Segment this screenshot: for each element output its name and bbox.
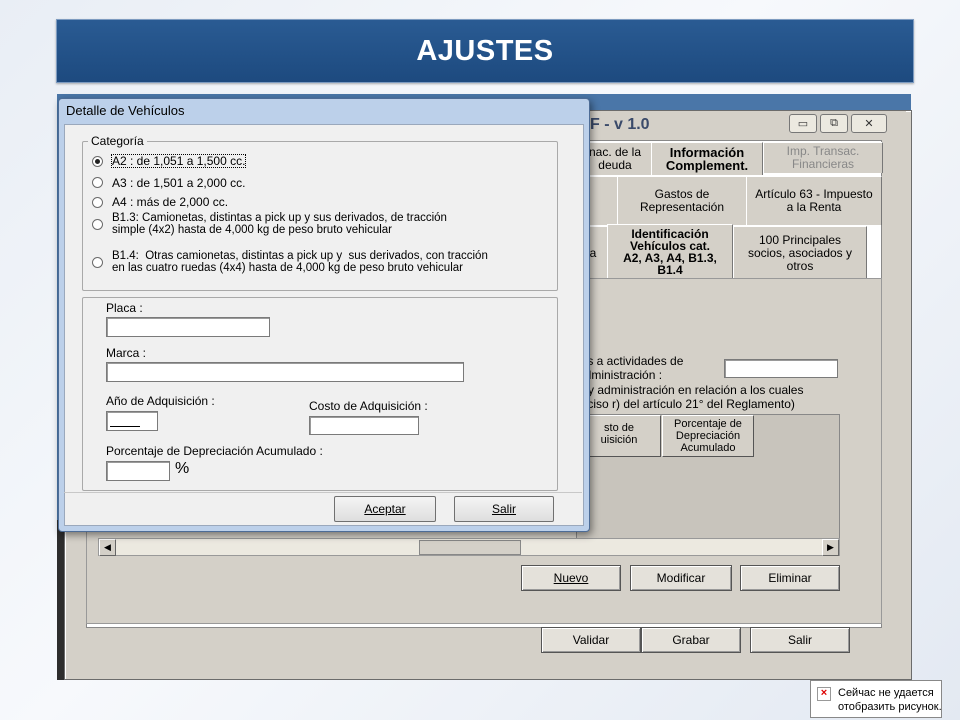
dialog-title: Detalle de Vehículos bbox=[66, 103, 185, 118]
costo-label: Costo de Adquisición : bbox=[309, 399, 428, 413]
porcentaje-input[interactable] bbox=[106, 461, 170, 481]
tab-100-principales[interactable]: 100 Principales socios, asociados y otro… bbox=[733, 226, 867, 279]
administration-label: n y administración en relación a los cua… bbox=[578, 383, 804, 411]
percent-symbol: % bbox=[175, 460, 190, 477]
grabar-button[interactable]: Grabar bbox=[641, 627, 741, 653]
nuevo-button[interactable]: Nuevo bbox=[521, 565, 621, 591]
radio-b14[interactable] bbox=[92, 257, 103, 268]
modificar-label: Modificar bbox=[656, 571, 706, 585]
radio-a4-label[interactable]: A4 : más de 2,000 cc. bbox=[112, 196, 228, 208]
title-banner: AJUSTES bbox=[56, 19, 914, 83]
main-salir-label: Salir bbox=[787, 633, 812, 647]
horizontal-scrollbar[interactable]: ◀ ▶ bbox=[98, 538, 840, 556]
grabar-label: Grabar bbox=[672, 633, 710, 647]
close-button[interactable]: ✕ bbox=[851, 114, 887, 133]
marca-input[interactable] bbox=[106, 362, 464, 382]
eliminar-label: Eliminar bbox=[768, 571, 812, 585]
main-window-title: F - v 1.0 bbox=[590, 116, 650, 133]
aceptar-label: Aceptar bbox=[364, 502, 406, 516]
radio-a3-label[interactable]: A3 : de 1,501 a 2,000 cc. bbox=[112, 177, 245, 189]
radio-b14-label[interactable]: B1.4: Otras camionetas, distintas a pick… bbox=[112, 250, 488, 274]
porcentaje-label: Porcentaje de Depreciación Acumulado : bbox=[106, 444, 323, 458]
modificar-button[interactable]: Modificar bbox=[630, 565, 732, 591]
dialog-salir-button[interactable]: Salir bbox=[454, 496, 554, 522]
eliminar-button[interactable]: Eliminar bbox=[740, 565, 840, 591]
placa-label: Placa : bbox=[106, 301, 143, 315]
tab-gastos-representacion[interactable]: Gastos de Representación bbox=[617, 176, 747, 225]
minimize-button[interactable]: ▭ bbox=[789, 114, 817, 133]
dialog-salir-label: Salir bbox=[491, 502, 516, 516]
input-mask-underline bbox=[110, 426, 140, 427]
main-salir-button[interactable]: Salir bbox=[750, 627, 850, 653]
activities-label: los a actividades de administración : bbox=[578, 354, 684, 382]
scroll-left-icon[interactable]: ◀ bbox=[99, 539, 116, 556]
tab-articulo-63[interactable]: Artículo 63 - Impuesto a la Renta bbox=[746, 176, 882, 225]
broken-image-text: Сейчас не удается отобразить рисунок. bbox=[838, 687, 942, 713]
radio-a2[interactable] bbox=[92, 156, 103, 167]
placa-input[interactable] bbox=[106, 317, 270, 337]
restore-button[interactable]: ⧉ bbox=[820, 114, 848, 133]
radio-b13[interactable] bbox=[92, 219, 103, 230]
anio-input[interactable] bbox=[106, 411, 158, 431]
dialog-divider bbox=[64, 492, 582, 493]
tab-informacion-complement[interactable]: Información Complement. bbox=[651, 142, 763, 175]
anio-label: Año de Adquisición : bbox=[106, 394, 215, 408]
broken-image-icon: × bbox=[817, 687, 831, 701]
radio-b13-label[interactable]: B1.3: Camionetas, distintas a pick up y … bbox=[112, 212, 447, 236]
activities-amount-field[interactable] bbox=[724, 359, 838, 378]
radio-a2-label[interactable]: A2 : de 1,051 a 1,500 cc. bbox=[110, 154, 247, 168]
close-icon: ✕ bbox=[864, 118, 874, 130]
radio-a3[interactable] bbox=[92, 177, 103, 188]
grid-header-porcentaje[interactable]: Porcentaje de Depreciación Acumulado bbox=[662, 415, 754, 457]
validar-button[interactable]: Validar bbox=[541, 627, 641, 653]
validar-label: Validar bbox=[572, 633, 610, 647]
aceptar-button[interactable]: Aceptar bbox=[334, 496, 436, 522]
costo-input[interactable] bbox=[309, 416, 419, 435]
tab-identificacion-vehiculos[interactable]: Identificación Vehículos cat. A2, A3, A4… bbox=[607, 224, 733, 279]
radio-a4[interactable] bbox=[92, 197, 103, 208]
scroll-right-icon[interactable]: ▶ bbox=[822, 539, 839, 556]
banner-title: AJUSTES bbox=[416, 34, 554, 67]
restore-icon: ⧉ bbox=[830, 117, 838, 129]
marca-label: Marca : bbox=[106, 346, 147, 360]
tab-imp-transac-financieras[interactable]: Imp. Transac. Financieras bbox=[763, 142, 883, 173]
minimize-icon: ▭ bbox=[797, 118, 809, 130]
scroll-thumb[interactable] bbox=[419, 540, 521, 555]
category-group-label: Categoría bbox=[88, 134, 147, 148]
nuevo-label: Nuevo bbox=[553, 571, 589, 585]
